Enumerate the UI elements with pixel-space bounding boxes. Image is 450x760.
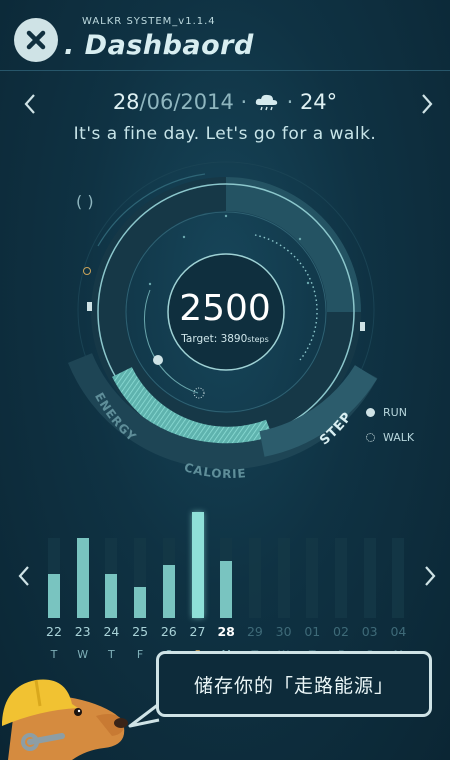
date-weather-row: 28/06/2014 · · 24° — [60, 90, 390, 114]
bar-track — [191, 538, 204, 618]
day-number[interactable]: 24 — [99, 624, 123, 639]
separator: · — [233, 90, 254, 114]
previous-week-button[interactable] — [12, 564, 36, 588]
separator: · — [279, 90, 300, 114]
date-month-year: /06/2014 — [139, 90, 234, 114]
day-number[interactable]: 22 — [42, 624, 66, 639]
legend-run-label: RUN — [383, 406, 407, 419]
bracket-decor: ( ) — [76, 192, 94, 211]
walk-dot-icon — [366, 433, 375, 442]
day-number[interactable]: 04 — [386, 624, 410, 639]
day-number[interactable]: 30 — [272, 624, 296, 639]
target-label: Target: 3890 — [181, 333, 248, 345]
legend-walk: WALK — [366, 431, 414, 444]
bar[interactable] — [48, 574, 60, 618]
day-number[interactable]: 28 — [214, 624, 238, 639]
day-number[interactable]: 27 — [186, 624, 210, 639]
page-title: . Dashbaord — [64, 30, 254, 61]
day-number[interactable]: 02 — [329, 624, 353, 639]
system-version: WALKR SYSTEM_v1.1.4 — [82, 16, 216, 27]
bar[interactable] — [134, 587, 147, 618]
bar[interactable] — [220, 561, 233, 618]
legend-run: RUN — [366, 406, 407, 419]
run-marker — [153, 355, 163, 365]
bar-track — [335, 538, 347, 618]
bar-track — [392, 538, 405, 618]
temperature: 24° — [299, 90, 338, 114]
bar-track — [105, 538, 118, 618]
bar-track — [48, 538, 60, 618]
chevron-left-icon — [18, 566, 29, 586]
day-number[interactable]: 29 — [243, 624, 267, 639]
previous-day-button[interactable] — [18, 92, 42, 116]
bubble-text: 储存你的「走路能源」 — [193, 674, 394, 697]
bar-track — [220, 538, 233, 618]
bar-track — [306, 538, 319, 618]
steps-value: 2500 — [179, 288, 271, 329]
marker-dot — [83, 267, 91, 275]
tick-marker — [360, 322, 365, 331]
tick-marker — [87, 302, 92, 311]
bar[interactable] — [162, 565, 175, 618]
bar-track — [76, 538, 89, 618]
mascot-speech-bubble: 储存你的「走路能源」 — [156, 651, 432, 717]
steps-target: Target: 3890steps — [150, 333, 300, 345]
bar-track — [363, 538, 376, 618]
bar-track — [248, 538, 261, 618]
next-week-button[interactable] — [418, 564, 442, 588]
legend-walk-label: WALK — [383, 431, 415, 444]
day-number[interactable]: 03 — [358, 624, 382, 639]
bar-track — [277, 538, 290, 618]
date-day: 28 — [112, 90, 140, 114]
walk-marker — [193, 387, 205, 399]
day-number[interactable]: 01 — [300, 624, 324, 639]
bar[interactable] — [191, 512, 204, 618]
rain-cloud-icon — [255, 94, 278, 111]
bar[interactable] — [105, 574, 118, 618]
day-number[interactable]: 25 — [128, 624, 152, 639]
header-divider — [0, 70, 450, 71]
close-button[interactable] — [14, 18, 58, 62]
run-dot-icon — [366, 408, 375, 417]
chevron-left-icon — [24, 94, 35, 114]
day-number[interactable]: 23 — [71, 624, 95, 639]
bar-track — [134, 538, 147, 618]
day-number[interactable]: 26 — [157, 624, 181, 639]
bar-track — [162, 538, 175, 618]
target-unit: steps — [247, 335, 269, 344]
tagline: It's a fine day. Let's go for a walk. — [73, 124, 377, 144]
chevron-right-icon — [422, 94, 433, 114]
next-day-button[interactable] — [415, 92, 439, 116]
bar[interactable] — [76, 538, 89, 618]
chevron-right-icon — [425, 566, 436, 586]
close-icon — [26, 30, 46, 50]
